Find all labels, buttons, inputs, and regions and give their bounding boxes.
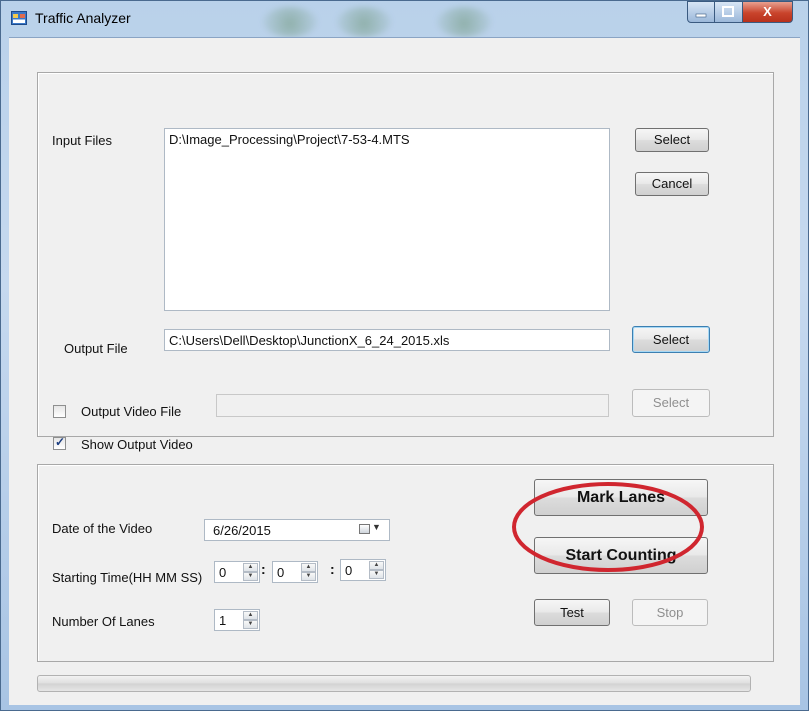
chevron-down-icon: ▼ bbox=[372, 522, 381, 532]
minimize-button[interactable] bbox=[687, 1, 715, 23]
app-window: Traffic Analyzer X Input Files D:\Image_… bbox=[0, 0, 809, 711]
check-icon: ✓ bbox=[55, 435, 66, 449]
output-video-checkbox[interactable] bbox=[53, 405, 66, 418]
title-decoration bbox=[263, 7, 317, 37]
spin-down-icon[interactable]: ▼ bbox=[301, 572, 316, 581]
title-decoration bbox=[437, 7, 491, 37]
show-output-video-label: Show Output Video bbox=[81, 437, 193, 452]
close-button[interactable]: X bbox=[743, 1, 793, 23]
window-title: Traffic Analyzer bbox=[35, 10, 131, 26]
lanes-stepper[interactable]: 1 ▲ ▼ bbox=[214, 609, 260, 631]
files-group: Input Files D:\Image_Processing\Project\… bbox=[37, 72, 774, 452]
maximize-button[interactable] bbox=[715, 1, 743, 23]
minutes-value: 0 bbox=[277, 565, 285, 580]
spin-down-icon[interactable]: ▼ bbox=[243, 620, 258, 629]
output-video-select-button[interactable]: Select bbox=[632, 389, 710, 417]
input-files-label: Input Files bbox=[52, 133, 112, 148]
spin-up-icon[interactable]: ▲ bbox=[301, 563, 316, 572]
start-time-label: Starting Time(HH MM SS) bbox=[52, 570, 203, 585]
output-video-field[interactable] bbox=[216, 394, 609, 417]
app-window-icon bbox=[11, 11, 27, 25]
spin-down-icon[interactable]: ▼ bbox=[243, 572, 258, 581]
close-icon: X bbox=[763, 4, 772, 19]
cancel-button[interactable]: Cancel bbox=[635, 172, 709, 196]
spin-up-icon[interactable]: ▲ bbox=[369, 561, 384, 570]
seconds-stepper[interactable]: 0 ▲ ▼ bbox=[340, 559, 386, 581]
client-area: Input Files D:\Image_Processing\Project\… bbox=[9, 37, 800, 705]
test-button[interactable]: Test bbox=[534, 599, 610, 626]
date-label: Date of the Video bbox=[52, 521, 153, 536]
output-file-field[interactable]: C:\Users\Dell\Desktop\JunctionX_6_24_201… bbox=[164, 329, 610, 351]
output-video-label: Output Video File bbox=[81, 404, 182, 419]
input-select-button[interactable]: Select bbox=[635, 128, 709, 152]
time-separator: : bbox=[261, 561, 266, 577]
spin-up-icon[interactable]: ▲ bbox=[243, 611, 258, 620]
minimize-icon bbox=[695, 13, 707, 18]
lanes-label: Number Of Lanes bbox=[52, 614, 155, 629]
seconds-value: 0 bbox=[345, 563, 353, 578]
show-output-video-checkbox[interactable]: ✓ bbox=[53, 435, 66, 450]
output-file-label: Output File bbox=[64, 341, 128, 356]
spin-up-icon[interactable]: ▲ bbox=[243, 563, 258, 572]
spin-down-icon[interactable]: ▼ bbox=[369, 570, 384, 579]
hours-value: 0 bbox=[219, 565, 227, 580]
title-bar[interactable]: Traffic Analyzer X bbox=[1, 1, 808, 37]
date-value: 6/26/2015 bbox=[213, 523, 271, 538]
progress-bar bbox=[37, 675, 751, 692]
hours-stepper[interactable]: 0 ▲ ▼ bbox=[214, 561, 260, 583]
minutes-stepper[interactable]: 0 ▲ ▼ bbox=[272, 561, 318, 583]
calendar-icon bbox=[359, 524, 370, 534]
time-separator: : bbox=[330, 561, 335, 577]
annotation-circle bbox=[512, 482, 704, 572]
title-decoration bbox=[337, 7, 391, 37]
date-picker[interactable]: 6/26/2015 ▼ bbox=[204, 519, 390, 541]
input-files-list[interactable]: D:\Image_Processing\Project\7-53-4.MTS bbox=[164, 128, 610, 311]
date-dropdown-button[interactable]: ▼ bbox=[359, 522, 385, 537]
output-select-button[interactable]: Select bbox=[632, 326, 710, 353]
stop-button[interactable]: Stop bbox=[632, 599, 708, 626]
maximize-icon bbox=[722, 6, 734, 17]
lanes-value: 1 bbox=[219, 613, 227, 628]
